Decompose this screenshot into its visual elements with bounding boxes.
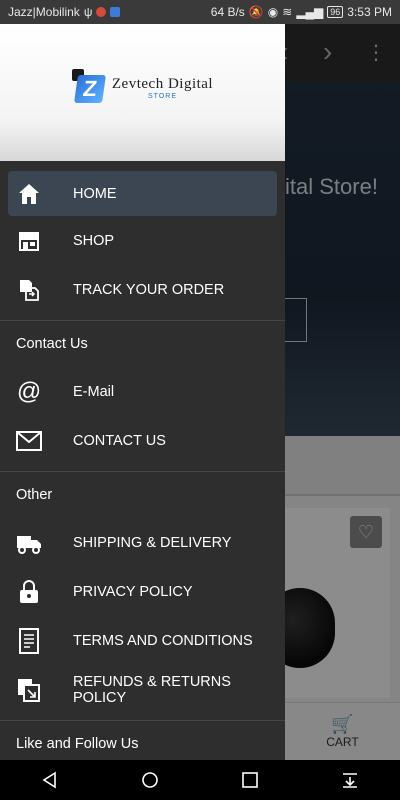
document-icon bbox=[16, 627, 42, 654]
menu-item-refunds[interactable]: REFUNDS & RETURNS POLICY bbox=[0, 665, 285, 714]
status-bar: Jazz|Mobilink ψ 64 B/s 🔕 ◉ ≋ ▂▄▆ 96 3:53… bbox=[0, 0, 400, 24]
back-triangle-icon bbox=[42, 771, 56, 789]
background-app: ‹ › ⋮ ital Store! ♡ 🛒 CART bbox=[279, 24, 400, 760]
pull-down-icon bbox=[343, 773, 357, 788]
truck-icon bbox=[16, 530, 42, 556]
shop-icon bbox=[16, 228, 42, 254]
menu-item-shipping[interactable]: SHIPPING & DELIVERY bbox=[0, 518, 285, 567]
logo-mark-icon: Z bbox=[71, 68, 108, 107]
home-circle-icon bbox=[142, 772, 158, 788]
menu-item-contact-us[interactable]: CONTACT US bbox=[0, 416, 285, 465]
menu-item-home[interactable]: HOME bbox=[8, 171, 277, 216]
eye-comfort-icon: ◉ bbox=[267, 5, 279, 19]
at-icon: @ bbox=[16, 377, 42, 405]
mute-icon: 🔕 bbox=[248, 5, 264, 19]
menu-item-shop[interactable]: SHOP bbox=[0, 216, 285, 265]
menu-label-refunds: REFUNDS & RETURNS POLICY bbox=[73, 673, 231, 706]
track-order-icon bbox=[16, 277, 42, 303]
clock: 3:53 PM bbox=[347, 5, 392, 19]
menu-item-terms[interactable]: TERMS AND CONDITIONS bbox=[0, 616, 285, 665]
drawer-scrim[interactable] bbox=[285, 24, 400, 760]
returns-icon bbox=[16, 677, 42, 703]
menu-item-email[interactable]: @ E-Mail bbox=[0, 367, 285, 416]
back-button[interactable] bbox=[30, 760, 70, 800]
drawer-menu: HOME SHOP TRACK YOUR ORDER Contact Us @ … bbox=[0, 161, 285, 760]
logo-name: Zevtech Digital bbox=[111, 75, 214, 92]
notification-icon bbox=[96, 7, 107, 17]
menu-item-privacy[interactable]: PRIVACY POLICY bbox=[0, 567, 285, 616]
battery-indicator: 96 bbox=[327, 6, 344, 18]
menu-label-email: E-Mail bbox=[73, 383, 115, 400]
shield-app-icon bbox=[110, 7, 121, 17]
menu-label-terms: TERMS AND CONDITIONS bbox=[73, 632, 253, 649]
envelope-icon bbox=[16, 428, 42, 454]
menu-label-shop: SHOP bbox=[73, 232, 115, 249]
system-nav-bar bbox=[0, 760, 400, 800]
navigation-drawer: Z Zevtech Digital STORE HOME SHOP TRACK bbox=[0, 24, 285, 760]
menu-label-home: HOME bbox=[73, 185, 117, 202]
lock-icon bbox=[16, 579, 42, 605]
menu-label-contact-us: CONTACT US bbox=[73, 432, 166, 449]
home-icon bbox=[16, 181, 42, 207]
home-button[interactable] bbox=[130, 760, 170, 800]
section-title-follow: Like and Follow Us bbox=[16, 736, 139, 752]
store-logo: Z Zevtech Digital STORE bbox=[71, 68, 214, 107]
usb-icon: ψ bbox=[83, 5, 93, 19]
menu-label-privacy: PRIVACY POLICY bbox=[73, 583, 193, 600]
drawer-header: Z Zevtech Digital STORE bbox=[0, 24, 285, 161]
menu-label-track-order: TRACK YOUR ORDER bbox=[73, 281, 225, 298]
logo-tag: STORE bbox=[148, 92, 177, 100]
carrier-label: Jazz|Mobilink bbox=[8, 5, 80, 19]
menu-item-track-order[interactable]: TRACK YOUR ORDER bbox=[0, 265, 285, 314]
wifi-icon: ≋ bbox=[282, 5, 293, 19]
network-speed: 64 B/s bbox=[210, 5, 245, 19]
section-title-other: Other bbox=[16, 487, 53, 503]
recents-square-icon bbox=[242, 772, 258, 788]
notification-pull-button[interactable] bbox=[330, 760, 370, 800]
signal-icon: ▂▄▆ bbox=[296, 5, 324, 19]
section-title-contact: Contact Us bbox=[16, 336, 88, 352]
recents-button[interactable] bbox=[230, 760, 270, 800]
menu-label-shipping: SHIPPING & DELIVERY bbox=[73, 534, 232, 551]
